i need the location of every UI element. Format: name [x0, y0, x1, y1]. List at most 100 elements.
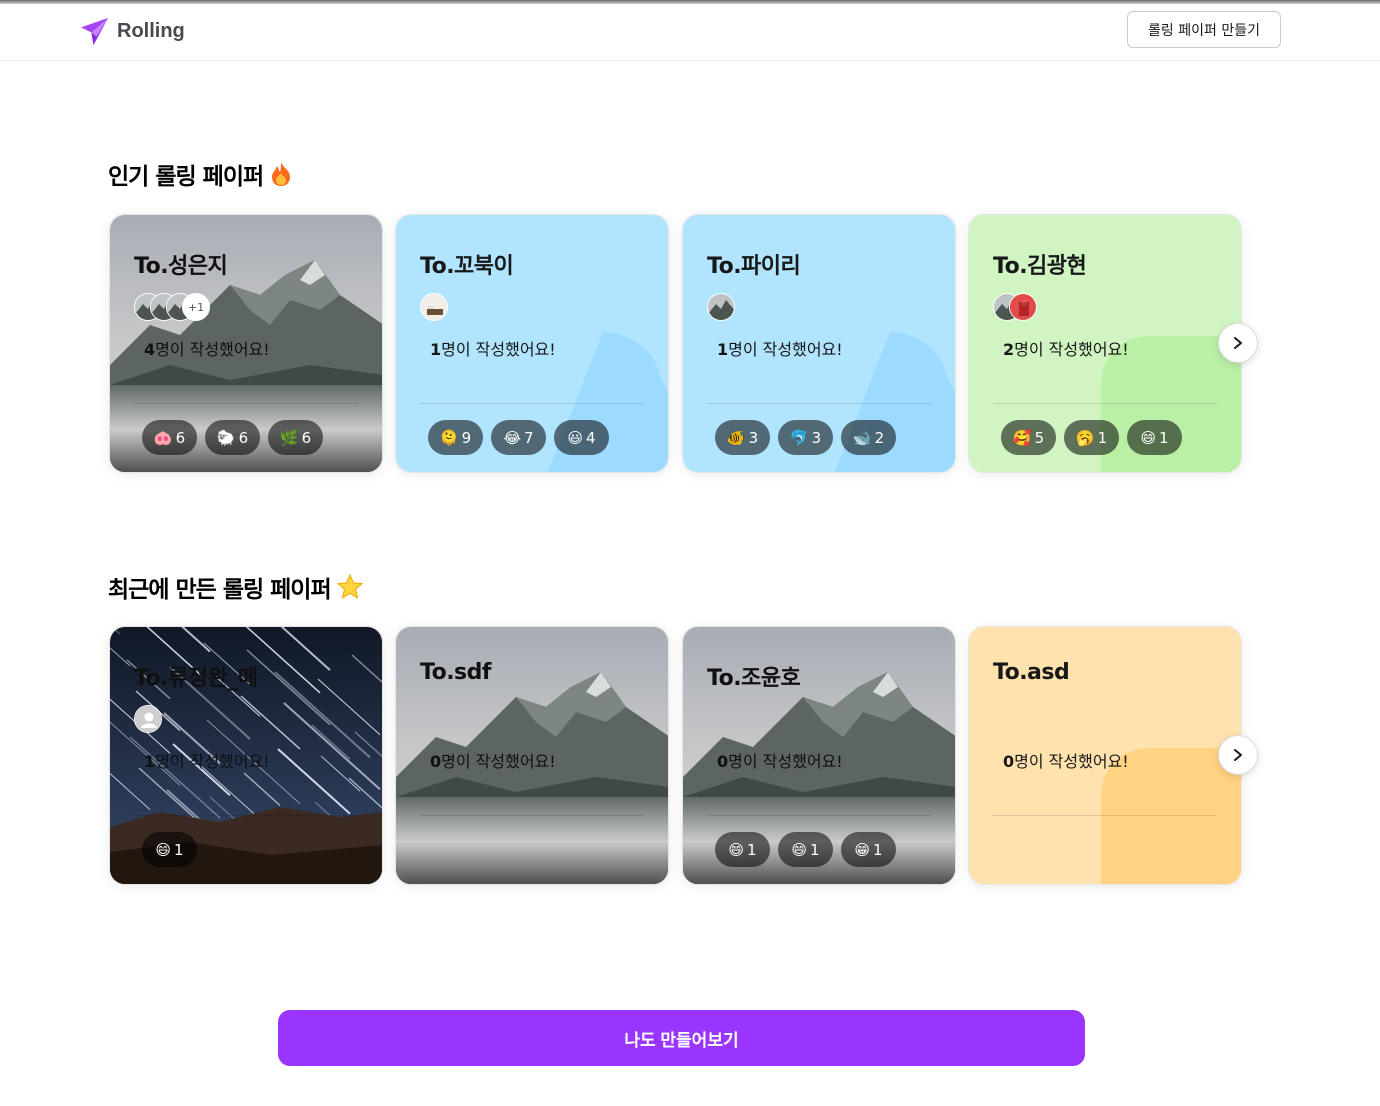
reaction-emoji: 😄 — [1140, 428, 1157, 447]
card-divider — [993, 815, 1217, 816]
rolling-paper-card[interactable]: To.파이리 1명이 작성했어요! 🐠 3 🐬 3 🐋 2 — [682, 214, 956, 473]
author-count: 4명이 작성했어요! — [144, 336, 270, 360]
author-count-text: 명이 작성했어요! — [1014, 752, 1129, 771]
reaction-count: 6 — [301, 428, 312, 447]
reaction-badge: 🫠 9 — [428, 420, 483, 455]
reaction-emoji: 😃 — [567, 428, 584, 447]
logo-text: Rolling — [117, 19, 185, 42]
author-count-text: 명이 작성했어요! — [728, 752, 843, 771]
logo[interactable]: Rolling — [80, 15, 185, 47]
author-avatar — [420, 293, 448, 321]
reaction-emoji: 😄 — [155, 840, 172, 859]
card-recipient: To.꼬북이 — [420, 254, 514, 279]
card-divider — [707, 403, 931, 404]
author-count-text: 명이 작성했어요! — [1014, 340, 1129, 359]
create-my-own-button[interactable]: 나도 만들어보기 — [278, 1010, 1085, 1066]
reaction-emoji: 🐑 — [216, 428, 236, 447]
card-divider — [707, 815, 931, 816]
author-count-number: 1 — [717, 340, 729, 359]
card-recipient: To.asd — [993, 660, 1070, 685]
chevron-right-icon — [1234, 337, 1242, 349]
author-count-text: 명이 작성했어요! — [155, 340, 270, 359]
rolling-paper-card[interactable]: To.성은지 +1 4명이 작성했어요! 🐽 6 🐑 6 🌿 6 — [109, 214, 383, 473]
create-rolling-paper-button[interactable]: 롤링 페이퍼 만들기 — [1127, 11, 1281, 48]
reaction-emoji: 😁 — [854, 840, 871, 859]
card-divider — [420, 815, 644, 816]
reaction-count: 9 — [461, 428, 472, 447]
reaction-badge: 🐑 6 — [205, 420, 260, 455]
author-count: 0명이 작성했어요! — [430, 748, 556, 772]
header: Rolling 롤링 페이퍼 만들기 — [0, 4, 1380, 61]
reaction-emoji: 🥰 — [1012, 428, 1032, 447]
reaction-list: 🐠 3 🐬 3 🐋 2 — [715, 420, 896, 455]
reaction-emoji: 😄 — [791, 840, 808, 859]
popular-section-title: 인기 롤링 페이퍼 — [108, 157, 293, 191]
author-avatar — [707, 293, 735, 321]
author-count: 1명이 작성했어요! — [144, 748, 270, 772]
author-count: 1명이 작성했어요! — [717, 336, 843, 360]
author-avatars: +1 — [134, 293, 210, 321]
card-recipient: To.파이리 — [707, 254, 801, 279]
more-authors-badge: +1 — [182, 293, 210, 321]
reaction-emoji: 🐠 — [726, 428, 746, 447]
author-count-number: 2 — [1003, 340, 1015, 359]
reaction-emoji: 😄 — [728, 840, 745, 859]
reaction-badge: 🌿 6 — [268, 420, 323, 455]
author-avatars — [707, 293, 735, 321]
reaction-count: 3 — [748, 428, 759, 447]
rolling-paper-card[interactable]: To.asd 0명이 작성했어요! — [968, 626, 1242, 885]
reaction-badge: 🥰 5 — [1001, 420, 1056, 455]
rolling-paper-card[interactable]: To.김광현 2명이 작성했어요! 🥰 5 🥱 1 😄 1 — [968, 214, 1242, 473]
reaction-count: 1 — [1159, 428, 1169, 447]
reaction-emoji: 🐬 — [789, 428, 809, 447]
card-divider — [420, 403, 644, 404]
author-count: 0명이 작성했어요! — [1003, 748, 1129, 772]
reaction-list: 😄 1 😄 1 😁 1 — [715, 832, 896, 867]
author-count: 0명이 작성했어요! — [717, 748, 843, 772]
reaction-count: 1 — [747, 840, 757, 859]
reaction-badge: 😄 1 — [778, 832, 833, 867]
rolling-paper-card[interactable]: To.류정완_메 1명이 작성했어요! 😄 1 — [109, 626, 383, 885]
author-count-number: 0 — [1003, 752, 1015, 771]
reaction-count: 2 — [874, 428, 885, 447]
rolling-paper-card[interactable]: To.조윤호 0명이 작성했어요! 😄 1 😄 1 😁 1 — [682, 626, 956, 885]
reaction-count: 1 — [810, 840, 820, 859]
rolling-paper-card[interactable]: To.꼬북이 1명이 작성했어요! 🫠 9 😂 7 😃 4 — [395, 214, 669, 473]
author-count-text: 명이 작성했어요! — [155, 752, 270, 771]
reaction-badge: 🥱 1 — [1064, 420, 1119, 455]
reaction-badge: 😁 1 — [841, 832, 896, 867]
card-recipient: To.성은지 — [134, 254, 228, 279]
author-count: 2명이 작성했어요! — [1003, 336, 1129, 360]
popular-next-button[interactable] — [1218, 323, 1258, 363]
author-count-text: 명이 작성했어요! — [441, 752, 556, 771]
author-count-text: 명이 작성했어요! — [441, 340, 556, 359]
reaction-count: 4 — [586, 428, 596, 447]
star-icon — [336, 574, 363, 600]
reaction-badge: 😂 7 — [491, 420, 546, 455]
recent-section-title: 최근에 만든 롤링 페이퍼 — [108, 570, 363, 604]
card-recipient: To.류정완_메 — [134, 666, 258, 691]
author-avatars — [134, 705, 162, 733]
reaction-count: 6 — [238, 428, 249, 447]
reaction-badge: 😄 1 — [1127, 420, 1182, 455]
reaction-badge: 🐬 3 — [778, 420, 833, 455]
reaction-emoji: 🐽 — [153, 428, 173, 447]
card-recipient: To.김광현 — [993, 254, 1087, 279]
author-count-number: 0 — [430, 752, 442, 771]
reaction-count: 1 — [1097, 428, 1108, 447]
reaction-emoji: 😂 — [503, 428, 521, 447]
author-count-number: 1 — [430, 340, 442, 359]
reaction-count: 7 — [523, 428, 534, 447]
reaction-list: 🫠 9 😂 7 😃 4 — [428, 420, 609, 455]
reaction-badge: 🐽 6 — [142, 420, 197, 455]
author-count: 1명이 작성했어요! — [430, 336, 556, 360]
rolling-paper-card[interactable]: To.sdf 0명이 작성했어요! — [395, 626, 669, 885]
reaction-badge: 😄 1 — [715, 832, 770, 867]
author-count-text: 명이 작성했어요! — [728, 340, 843, 359]
reaction-badge: 🐠 3 — [715, 420, 770, 455]
recent-next-button[interactable] — [1218, 735, 1258, 775]
card-divider — [134, 815, 358, 816]
reaction-count: 1 — [174, 840, 184, 859]
fire-icon — [272, 162, 291, 186]
reaction-badge: 😃 4 — [554, 420, 609, 455]
